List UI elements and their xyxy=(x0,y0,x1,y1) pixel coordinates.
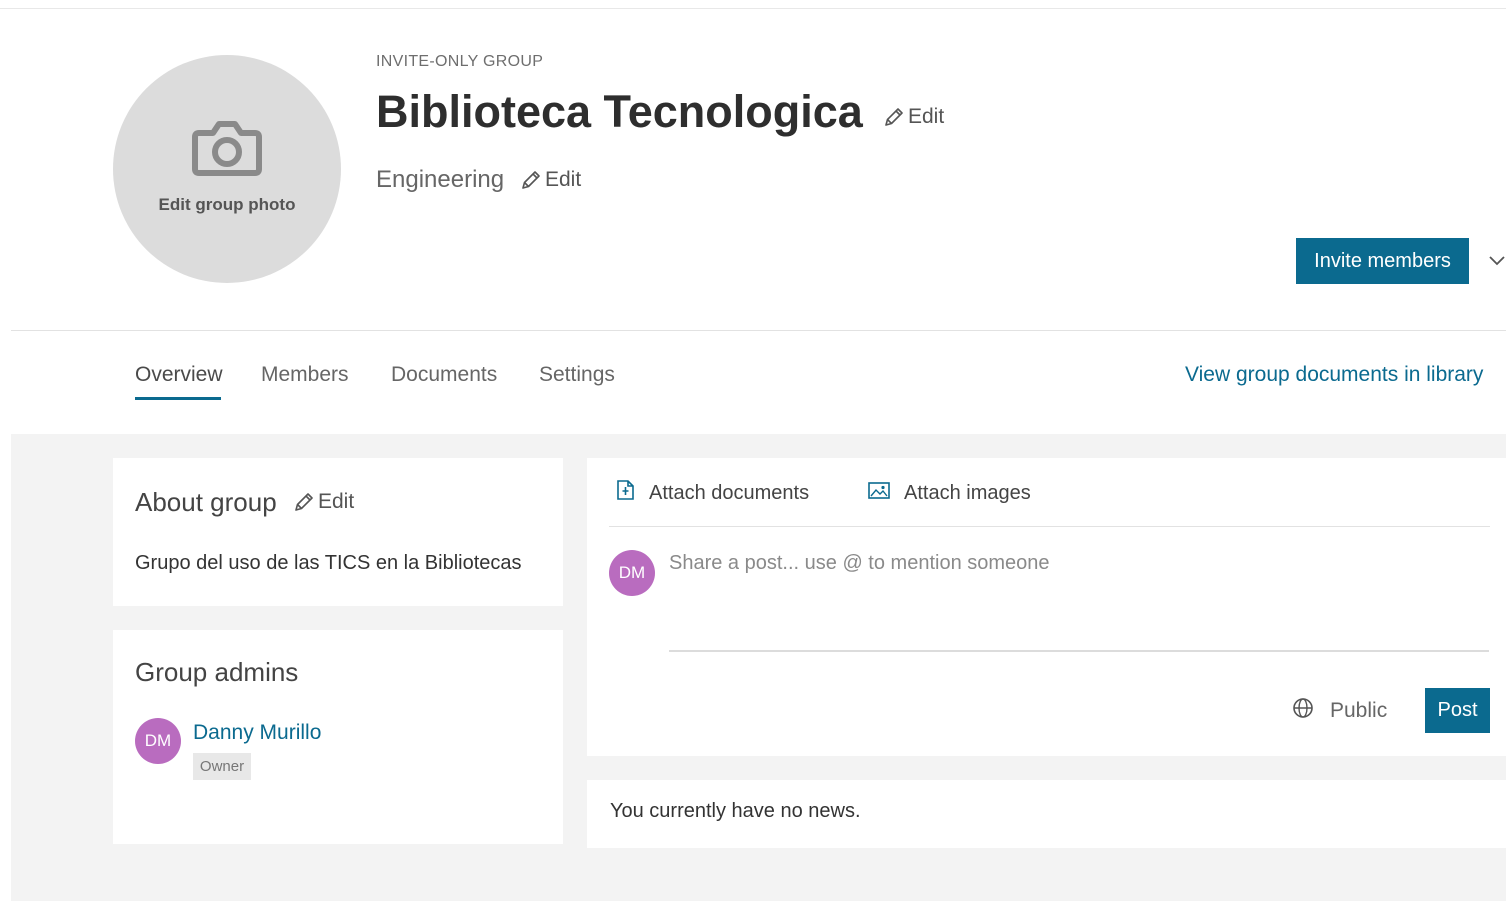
tab-overview[interactable]: Overview xyxy=(135,363,223,387)
avatar[interactable]: DM xyxy=(135,718,181,764)
attach-images-label: Attach images xyxy=(904,481,1031,504)
group-admins-title: Group admins xyxy=(135,657,299,687)
attach-document-icon xyxy=(613,478,637,508)
attach-images-button[interactable]: Attach images xyxy=(866,478,1031,508)
tab-settings[interactable]: Settings xyxy=(539,363,615,387)
attach-documents-label: Attach documents xyxy=(649,481,810,504)
invite-members-button[interactable]: Invite members xyxy=(1296,238,1469,284)
edit-about-button[interactable]: Edit xyxy=(292,490,354,514)
avatar: DM xyxy=(609,550,655,596)
tab-documents[interactable]: Documents xyxy=(391,363,497,387)
attach-documents-button[interactable]: Attach documents xyxy=(613,478,809,508)
admin-role-badge: Owner xyxy=(193,753,251,780)
globe-icon xyxy=(1292,697,1314,725)
camera-icon xyxy=(191,119,263,182)
post-button[interactable]: Post xyxy=(1425,688,1490,733)
visibility-label: Public xyxy=(1330,699,1388,722)
header-divider xyxy=(11,330,1506,331)
pencil-icon xyxy=(292,490,316,514)
pencil-icon xyxy=(882,105,906,129)
visibility-selector[interactable]: Public xyxy=(1292,697,1387,725)
edit-label: Edit xyxy=(318,490,355,513)
edit-label: Edit xyxy=(545,168,582,191)
group-name: Biblioteca Tecnologica xyxy=(376,86,863,137)
admin-name-link[interactable]: Danny Murillo xyxy=(193,721,321,745)
post-input[interactable] xyxy=(669,552,1489,652)
edit-group-name-button[interactable]: Edit xyxy=(882,105,944,129)
edit-label: Edit xyxy=(908,105,945,128)
attach-image-icon xyxy=(866,478,892,508)
composer-divider xyxy=(609,526,1490,527)
view-library-link[interactable]: View group documents in library xyxy=(1185,363,1483,387)
chevron-down-icon[interactable] xyxy=(1488,253,1506,272)
pencil-icon xyxy=(519,168,543,192)
about-group-description: Grupo del uso de las TICS en la Bibliote… xyxy=(135,552,522,574)
edit-discipline-button[interactable]: Edit xyxy=(519,168,581,192)
edit-group-photo-label: Edit group photo xyxy=(158,195,296,214)
no-news-message: You currently have no news. xyxy=(610,800,861,822)
edit-group-photo-button[interactable]: Edit group photo xyxy=(113,55,341,283)
about-group-card xyxy=(113,458,563,606)
group-type-label: INVITE-ONLY GROUP xyxy=(376,53,544,70)
group-discipline: Engineering xyxy=(376,166,505,193)
tab-members[interactable]: Members xyxy=(261,363,349,387)
active-tab-indicator xyxy=(135,397,221,400)
about-group-title: About group xyxy=(135,487,277,517)
top-border xyxy=(0,8,1506,9)
